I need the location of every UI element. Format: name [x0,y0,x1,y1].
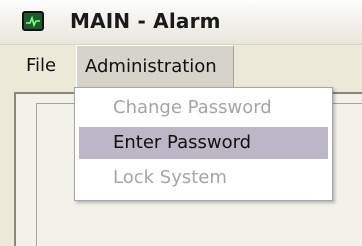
app-window: MAIN - Alarm File Administration Change … [0,0,362,246]
menu-item-enter-password[interactable]: Enter Password [79,127,328,159]
menu-item-lock-system[interactable]: Lock System [79,162,328,194]
menu-file[interactable]: File [18,45,64,87]
menu-bar: File Administration [0,45,362,87]
alarm-monitor-icon [22,11,44,31]
administration-dropdown-menu: Change Password Enter Password Lock Syst… [74,87,333,201]
menu-administration[interactable]: Administration [76,45,234,87]
menu-item-change-password[interactable]: Change Password [79,92,328,124]
title-bar[interactable]: MAIN - Alarm [0,0,362,45]
window-title: MAIN - Alarm [70,9,221,33]
